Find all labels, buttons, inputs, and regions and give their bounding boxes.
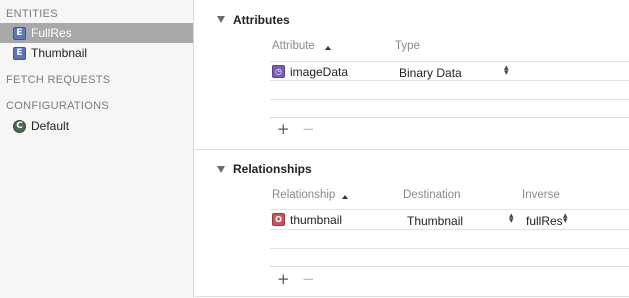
chevron-down-icon: ▾ xyxy=(504,68,509,78)
configurations-header: CONFIGURATIONS xyxy=(6,100,109,112)
column-header-type[interactable]: Type xyxy=(395,40,420,52)
inverse-select[interactable]: fullRes xyxy=(526,214,563,228)
section-divider xyxy=(195,149,629,150)
sidebar-item-label: Thumbnail xyxy=(31,46,88,60)
inverse-select-chevron-icon[interactable]: ▴ ▾ xyxy=(563,212,568,226)
entity-icon: E xyxy=(13,46,26,60)
table-row-line xyxy=(270,80,629,81)
remove-attribute-button[interactable]: − xyxy=(302,120,315,138)
column-header-inverse[interactable]: Inverse xyxy=(522,189,560,201)
table-footer-separator xyxy=(270,266,629,267)
chevron-down-icon: ▾ xyxy=(563,216,568,226)
destination-select[interactable]: Thumbnail xyxy=(407,214,463,228)
configuration-icon: C xyxy=(13,119,26,133)
relationships-title: Relationships xyxy=(233,162,312,176)
attributes-title: Attributes xyxy=(233,13,290,27)
sidebar: ENTITIES E FullRes E Thumbnail FETCH REQ… xyxy=(0,0,194,298)
attribute-name-cell[interactable]: imageData xyxy=(290,65,348,79)
sort-ascending-icon xyxy=(325,46,331,50)
fetch-requests-header: FETCH REQUESTS xyxy=(6,74,111,86)
destination-select-chevron-icon[interactable]: ▴ ▾ xyxy=(509,212,514,226)
sidebar-item-fullres[interactable]: E FullRes xyxy=(0,23,193,43)
table-divider xyxy=(270,61,629,62)
attribute-icon: ◷ xyxy=(272,65,285,78)
column-header-attribute[interactable]: Attribute xyxy=(272,40,315,52)
relationship-icon: O xyxy=(272,213,285,226)
column-header-relationship[interactable]: Relationship xyxy=(272,189,335,201)
entity-editor: Attributes Attribute Type ◷ imageData Bi… xyxy=(195,0,629,298)
sort-ascending-icon xyxy=(342,195,348,199)
table-footer-separator xyxy=(270,117,629,118)
entities-header: ENTITIES xyxy=(6,8,58,20)
add-relationship-button[interactable]: + xyxy=(277,270,290,288)
disclosure-triangle-icon[interactable] xyxy=(217,166,225,173)
section-divider xyxy=(195,296,629,297)
table-row-line xyxy=(270,248,629,249)
sidebar-item-default[interactable]: C Default xyxy=(0,116,193,136)
table-row-line xyxy=(270,99,629,100)
table-row-line xyxy=(270,229,629,230)
sidebar-item-label: FullRes xyxy=(31,26,72,40)
attribute-type-select[interactable]: Binary Data xyxy=(399,66,462,80)
add-attribute-button[interactable]: + xyxy=(277,120,290,138)
entity-icon: E xyxy=(13,26,26,40)
sidebar-item-label: Default xyxy=(31,119,70,133)
table-divider xyxy=(270,209,629,210)
column-header-destination[interactable]: Destination xyxy=(403,189,461,201)
chevron-down-icon: ▾ xyxy=(509,216,514,226)
disclosure-triangle-icon[interactable] xyxy=(217,16,225,23)
remove-relationship-button[interactable]: − xyxy=(302,270,315,288)
type-select-chevron-icon[interactable]: ▴ ▾ xyxy=(504,64,509,78)
sidebar-item-thumbnail[interactable]: E Thumbnail xyxy=(0,43,193,63)
relationship-name-cell[interactable]: thumbnail xyxy=(290,213,342,227)
